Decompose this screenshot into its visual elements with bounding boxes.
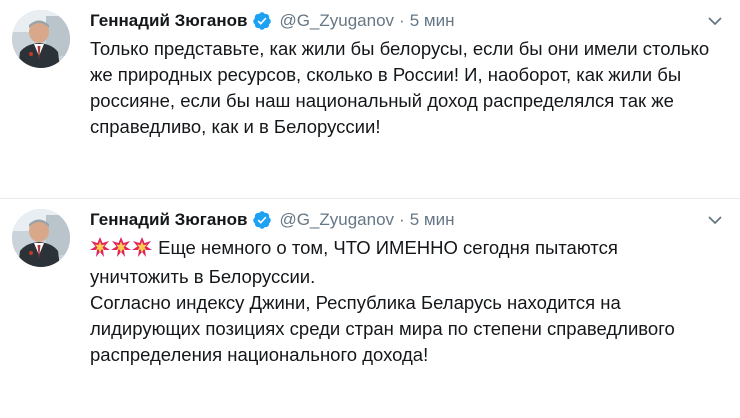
timestamp[interactable]: 5 мин xyxy=(410,208,455,232)
collision-icon xyxy=(111,237,131,264)
tweet-text-line: уничтожить в Белоруссии. xyxy=(90,266,316,287)
tweet-header: Геннадий Зюганов @G_Zyuganov · 5 мин xyxy=(90,208,454,232)
separator-dot: · xyxy=(399,11,405,30)
separator-dot: · xyxy=(399,210,405,229)
chevron-down-icon[interactable] xyxy=(706,211,724,229)
avatar[interactable] xyxy=(12,10,70,68)
tweet-text: Только представьте, как жили бы белорусы… xyxy=(90,36,730,140)
tweet-text: Еще немного о том, ЧТО ИМЕННО сегодня пы… xyxy=(90,235,730,368)
tweet[interactable]: Геннадий Зюганов @G_Zyuganov · 5 мин Тол… xyxy=(0,0,740,199)
tweet-header: Геннадий Зюганов @G_Zyuganov · 5 мин xyxy=(90,9,454,33)
tweet-text-line: справедливо, как и в Белоруссии! xyxy=(90,116,381,137)
tweet[interactable]: Геннадий Зюганов @G_Zyuganov · 5 мин Еще… xyxy=(0,199,740,418)
author-name[interactable]: Геннадий Зюганов xyxy=(90,208,247,232)
tweet-text-segment: Еще немного о том, ЧТО ИМЕННО сегодня пы… xyxy=(158,237,618,258)
tweet-text-line: же природных ресурсов, сколько в России!… xyxy=(90,64,682,85)
tweet-text-line: лидирующих позициях среди стран мира по … xyxy=(90,318,675,339)
tweet-text-line: Еще немного о том, ЧТО ИМЕННО сегодня пы… xyxy=(90,235,730,264)
timestamp[interactable]: 5 мин xyxy=(410,9,455,33)
collision-icon xyxy=(90,237,110,264)
verified-badge-icon xyxy=(252,210,272,230)
verified-badge-icon xyxy=(252,11,272,31)
tweet-text-line: россияне, если бы наш национальный доход… xyxy=(90,90,674,111)
tweet-text-line: Согласно индексу Джини, Республика Белар… xyxy=(90,292,621,313)
tweet-text-line: Только представьте, как жили бы белорусы… xyxy=(90,38,710,59)
author-handle[interactable]: @G_Zyuganov xyxy=(279,208,394,232)
avatar[interactable] xyxy=(12,209,70,267)
avatar-photo xyxy=(12,209,70,267)
avatar-photo xyxy=(12,10,70,68)
chevron-down-icon[interactable] xyxy=(706,12,724,30)
author-handle[interactable]: @G_Zyuganov xyxy=(279,9,394,33)
collision-icon xyxy=(132,237,152,264)
author-name[interactable]: Геннадий Зюганов xyxy=(90,9,247,33)
tweet-text-line: распределения национального дохода! xyxy=(90,344,429,365)
